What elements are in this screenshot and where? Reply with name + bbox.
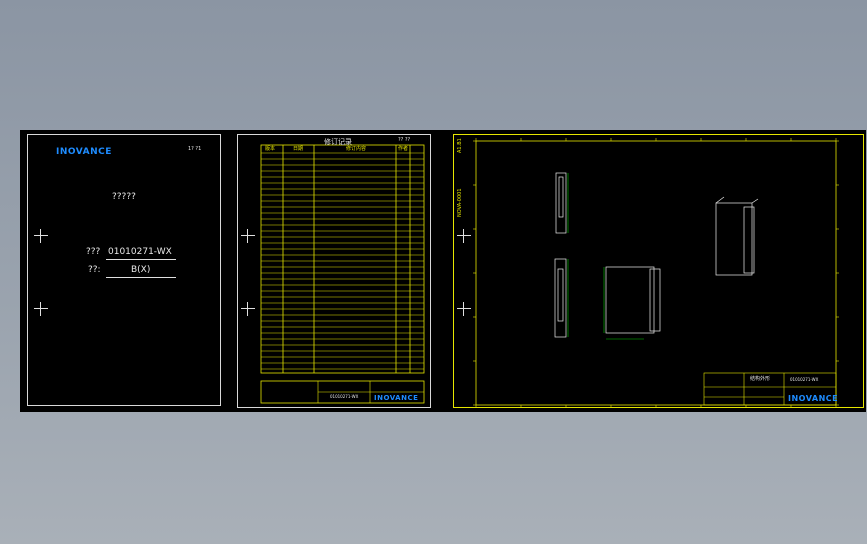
front-view-small bbox=[555, 172, 567, 234]
record-header-content: 修订内容 bbox=[346, 146, 367, 152]
record-table-rows bbox=[261, 152, 424, 370]
record-header-version: 版本 bbox=[265, 146, 276, 152]
record-header-date: 日期 bbox=[293, 146, 304, 152]
record-logo: INOVANCE bbox=[374, 394, 419, 402]
cover-crosshair-top bbox=[34, 229, 48, 243]
cover-rev-underline bbox=[106, 277, 176, 278]
cad-viewport[interactable]: INOVANCE 1? ?1 ????? ??? 01010271-WX ??:… bbox=[20, 130, 866, 412]
cover-rev-value: B(X) bbox=[131, 265, 151, 275]
drawing-sheet[interactable]: 结构外形 01010271-WX INOVANCE A1.B1 NOVA-000… bbox=[453, 134, 864, 408]
cover-logo: INOVANCE bbox=[56, 147, 112, 157]
cover-corner-text: 1? ?1 bbox=[188, 146, 202, 152]
record-header-author: 作者 bbox=[398, 146, 409, 152]
drawing-margin-text-2: NOVA-0001 bbox=[457, 188, 463, 217]
record-sheet[interactable]: 修订记录 ?? ?? 版本 日期 修订内容 作者 01010271-WX INO… bbox=[237, 134, 431, 408]
drawing-logo: INOVANCE bbox=[788, 394, 839, 403]
front-view-large bbox=[554, 258, 567, 338]
cover-crosshair-bottom bbox=[34, 302, 48, 316]
cover-code-value: 01010271-WX bbox=[108, 247, 172, 257]
drawing-title-code: 01010271-WX bbox=[790, 377, 819, 382]
drawing-inner-frame bbox=[475, 140, 837, 406]
cover-code-underline bbox=[106, 259, 176, 260]
drawing-title-name: 结构外形 bbox=[750, 376, 771, 382]
cover-code-label: ??? bbox=[86, 247, 101, 257]
drawing-crosshair-bottom bbox=[457, 302, 471, 316]
module-views bbox=[554, 172, 759, 338]
drawing-margin-text: A1.B1 bbox=[457, 138, 463, 153]
drawing-border-ticks bbox=[473, 138, 839, 408]
drawing-crosshair-top bbox=[457, 229, 471, 243]
iso-view bbox=[715, 202, 753, 276]
record-crosshair-top bbox=[241, 229, 255, 243]
record-crosshair-bottom bbox=[241, 302, 255, 316]
record-corner-text: ?? ?? bbox=[398, 137, 411, 143]
cover-sheet[interactable]: INOVANCE 1? ?1 ????? ??? 01010271-WX ??:… bbox=[27, 134, 221, 406]
drawing-canvas bbox=[473, 138, 839, 408]
record-table bbox=[260, 144, 425, 404]
record-title: 修订记录 bbox=[324, 138, 352, 146]
side-view bbox=[605, 266, 655, 334]
cover-rev-label: ??: bbox=[88, 265, 101, 275]
record-doc-number: 01010271-WX bbox=[330, 394, 359, 399]
cover-title: ????? bbox=[112, 192, 136, 202]
